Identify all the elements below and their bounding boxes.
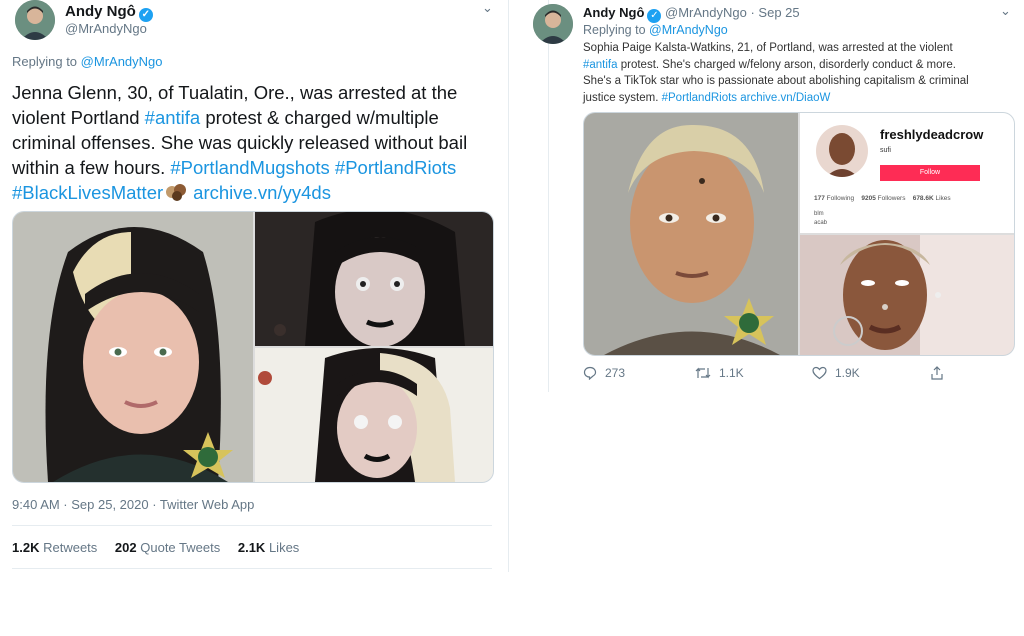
author-avatar[interactable] xyxy=(533,4,573,44)
tweet-header: Andy Ngô ✓ @MrAndyNgo · Sep 25 xyxy=(583,5,800,23)
divider xyxy=(12,525,492,526)
archive-link[interactable]: archive.vn/yy4ds xyxy=(193,182,331,203)
tiktok-follow-button[interactable]: Follow xyxy=(880,165,980,181)
replying-handle-link[interactable]: @MrAndyNgo xyxy=(649,23,728,37)
tiktok-bio-line: blm xyxy=(814,211,824,217)
mugshot-photo[interactable] xyxy=(584,113,798,355)
author-handle[interactable]: @MrAndyNgo xyxy=(665,5,747,20)
tweet-media-grid[interactable] xyxy=(12,211,494,483)
mugshot-photo[interactable] xyxy=(13,212,253,482)
archive-link[interactable]: archive.vn/DiaoW xyxy=(740,92,830,104)
divider xyxy=(12,568,492,569)
retweet-icon xyxy=(695,366,711,380)
hashtag-riots-link[interactable]: #PortlandRiots xyxy=(335,157,456,178)
reply-icon xyxy=(583,366,597,380)
tweet-stats: 1.2K Retweets 202 Quote Tweets 2.1K Like… xyxy=(12,540,299,555)
quote-tweets-stat[interactable]: 202 Quote Tweets xyxy=(115,540,220,555)
selfie-photo-top[interactable] xyxy=(255,212,493,346)
tiktok-profile-card[interactable]: freshlydeadcrow sufi Follow 177 Followin… xyxy=(800,113,1014,233)
tiktok-display-name: sufi xyxy=(880,147,891,154)
main-tweet: Andy Ngô ✓ @MrAndyNgo ⌄ Replying to @MrAn… xyxy=(0,0,508,636)
hashtag-riots-link[interactable]: #PortlandRiots xyxy=(662,92,737,104)
selfie-photo[interactable] xyxy=(800,235,1014,355)
tweet-text: Sophia Paige Kalsta-Watkins, 21, of Port… xyxy=(583,42,969,104)
author-avatar[interactable] xyxy=(15,0,55,40)
hashtag-antifa-link[interactable]: #antifa xyxy=(145,107,201,128)
tweet-date[interactable]: · Sep 25 xyxy=(750,5,799,20)
raised-fists-emoji-icon xyxy=(165,182,187,202)
hashtag-blm-link[interactable]: #BlackLivesMatter xyxy=(12,182,163,203)
hashtag-antifa-link[interactable]: #antifa xyxy=(583,59,618,71)
chevron-down-icon[interactable]: ⌄ xyxy=(1000,3,1011,19)
reply-action[interactable]: 273 xyxy=(583,366,625,380)
hashtag-mugshots-link[interactable]: #PortlandMugshots xyxy=(170,157,329,178)
author-name[interactable]: Andy Ngô xyxy=(583,5,644,20)
retweets-stat[interactable]: 1.2K Retweets xyxy=(12,540,97,555)
retweet-action[interactable]: 1.1K xyxy=(695,366,744,380)
share-action[interactable] xyxy=(930,366,944,380)
tiktok-bio-line: acab xyxy=(814,220,828,226)
author-handle[interactable]: @MrAndyNgo xyxy=(65,21,147,36)
replying-to: Replying to @MrAndyNgo xyxy=(12,54,163,69)
tiktok-username: freshlydeadcrow xyxy=(880,127,984,142)
tiktok-avatar xyxy=(816,125,868,177)
author-name[interactable]: Andy Ngô ✓ xyxy=(65,3,153,22)
chevron-down-icon[interactable]: ⌄ xyxy=(482,0,493,16)
like-action[interactable]: 1.9K xyxy=(812,366,860,380)
verified-badge-icon: ✓ xyxy=(647,9,662,23)
tiktok-stats: 177 Following 9205 Followers 678.6K Like… xyxy=(814,195,951,202)
heart-icon xyxy=(812,366,827,380)
column-divider xyxy=(508,0,509,572)
tweet-text: Jenna Glenn, 30, of Tualatin, Ore., was … xyxy=(12,82,468,203)
reply-tweet[interactable]: Andy Ngô ✓ @MrAndyNgo · Sep 25 ⌄ Replying… xyxy=(525,0,1024,400)
verified-badge-icon: ✓ xyxy=(138,8,153,22)
likes-stat[interactable]: 2.1K Likes xyxy=(238,540,299,555)
replying-handle-link[interactable]: @MrAndyNgo xyxy=(81,54,163,69)
tweet-media-grid[interactable]: freshlydeadcrow sufi Follow 177 Followin… xyxy=(583,112,1015,356)
replying-to: Replying to @MrAndyNgo xyxy=(583,23,728,37)
selfie-photo-bottom[interactable] xyxy=(255,348,493,482)
share-icon xyxy=(930,366,944,380)
tweet-timestamp[interactable]: 9:40 AM · Sep 25, 2020 · Twitter Web App xyxy=(12,497,254,512)
